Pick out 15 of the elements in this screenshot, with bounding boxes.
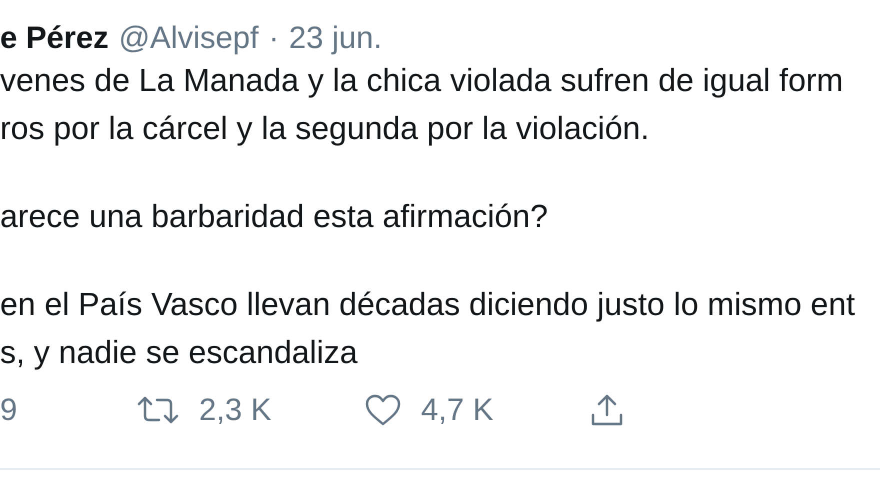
- retweet-icon[interactable]: [137, 395, 179, 425]
- separator-dot: ·: [268, 20, 279, 56]
- action-count: 9: [0, 392, 18, 428]
- tweet-text-line: s, y nadie se escandaliza: [0, 333, 359, 372]
- tweet-text-line: arece una barbaridad esta afirmación?: [0, 197, 549, 236]
- action-count: 2,3 K: [199, 392, 272, 428]
- tweet-text-line: ros por la cárcel y la segunda por la violación.: [0, 109, 650, 148]
- heart-icon[interactable]: [365, 394, 401, 426]
- share-icon[interactable]: [590, 393, 624, 427]
- tweet-text-line: venes de La Manada y la chica violada sufren de igual form: [0, 61, 844, 100]
- author-handle[interactable]: @Alvisepf: [118, 20, 259, 56]
- action-count: 4,7 K: [421, 392, 494, 428]
- tweet-text-line: en el País Vasco llevan décadas diciendo justo lo mismo ent: [0, 285, 856, 324]
- tweet-date[interactable]: 23 jun.: [288, 20, 382, 56]
- author-name[interactable]: e Pérez: [0, 20, 109, 56]
